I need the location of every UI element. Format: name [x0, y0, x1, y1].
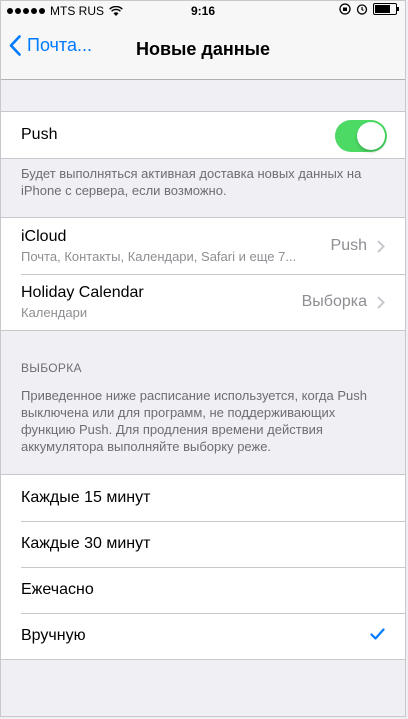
fetch-description: Приведенное ниже расписание используется…	[21, 388, 367, 454]
chevron-right-icon	[377, 295, 385, 309]
push-toggle[interactable]	[335, 120, 387, 152]
toggle-knob	[357, 122, 385, 150]
fetch-option-30-minutes[interactable]: Каждые 30 минут	[1, 521, 405, 567]
fetch-option-hourly[interactable]: Ежечасно	[1, 567, 405, 613]
navigation-bar: Почта... Новые данные	[1, 21, 405, 80]
account-subtitle: Календари	[21, 305, 88, 320]
fetch-option-manual[interactable]: Вручную	[1, 613, 405, 659]
account-name: iCloud	[21, 228, 67, 245]
page-title: Новые данные	[135, 39, 270, 59]
account-subtitle: Почта, Контакты, Календари, Safari и еще…	[21, 249, 297, 264]
account-name: Holiday Calendar	[21, 284, 144, 301]
status-right	[339, 3, 399, 15]
push-group: Push	[1, 111, 405, 159]
account-mode-label: Выборка	[301, 293, 367, 310]
fetch-option-label: Каждые 15 минут	[21, 489, 151, 506]
fetch-section-header: ВЫБОРКА	[21, 361, 82, 375]
account-row-holiday-calendar[interactable]: Holiday Calendar Календари Выборка	[1, 274, 405, 330]
orientation-lock-icon	[339, 3, 351, 15]
fetch-option-label: Каждые 30 минут	[21, 535, 151, 552]
accounts-group: iCloud Почта, Контакты, Календари, Safar…	[1, 217, 405, 331]
battery-icon	[373, 3, 399, 15]
push-row: Push	[1, 112, 405, 158]
device-frame: MTS RUS 9:16 Почта... Новые данные Push …	[0, 0, 406, 717]
fetch-option-label: Ежечасно	[21, 581, 94, 598]
account-mode: Push	[331, 218, 385, 274]
account-row-icloud[interactable]: iCloud Почта, Контакты, Календари, Safar…	[1, 218, 405, 274]
checkmark-icon	[370, 628, 385, 640]
fetch-option-label: Вручную	[21, 627, 86, 644]
fetch-option-15-minutes[interactable]: Каждые 15 минут	[1, 475, 405, 521]
push-label: Push	[21, 126, 58, 143]
account-mode: Выборка	[302, 274, 385, 330]
alarm-icon	[356, 4, 368, 15]
push-description: Будет выполняться активная доставка новы…	[21, 166, 362, 198]
account-mode-label: Push	[330, 237, 367, 254]
chevron-right-icon	[377, 239, 385, 253]
fetch-options-group: Каждые 15 минут Каждые 30 минут Ежечасно…	[1, 474, 405, 660]
status-bar: MTS RUS 9:16	[1, 1, 405, 21]
